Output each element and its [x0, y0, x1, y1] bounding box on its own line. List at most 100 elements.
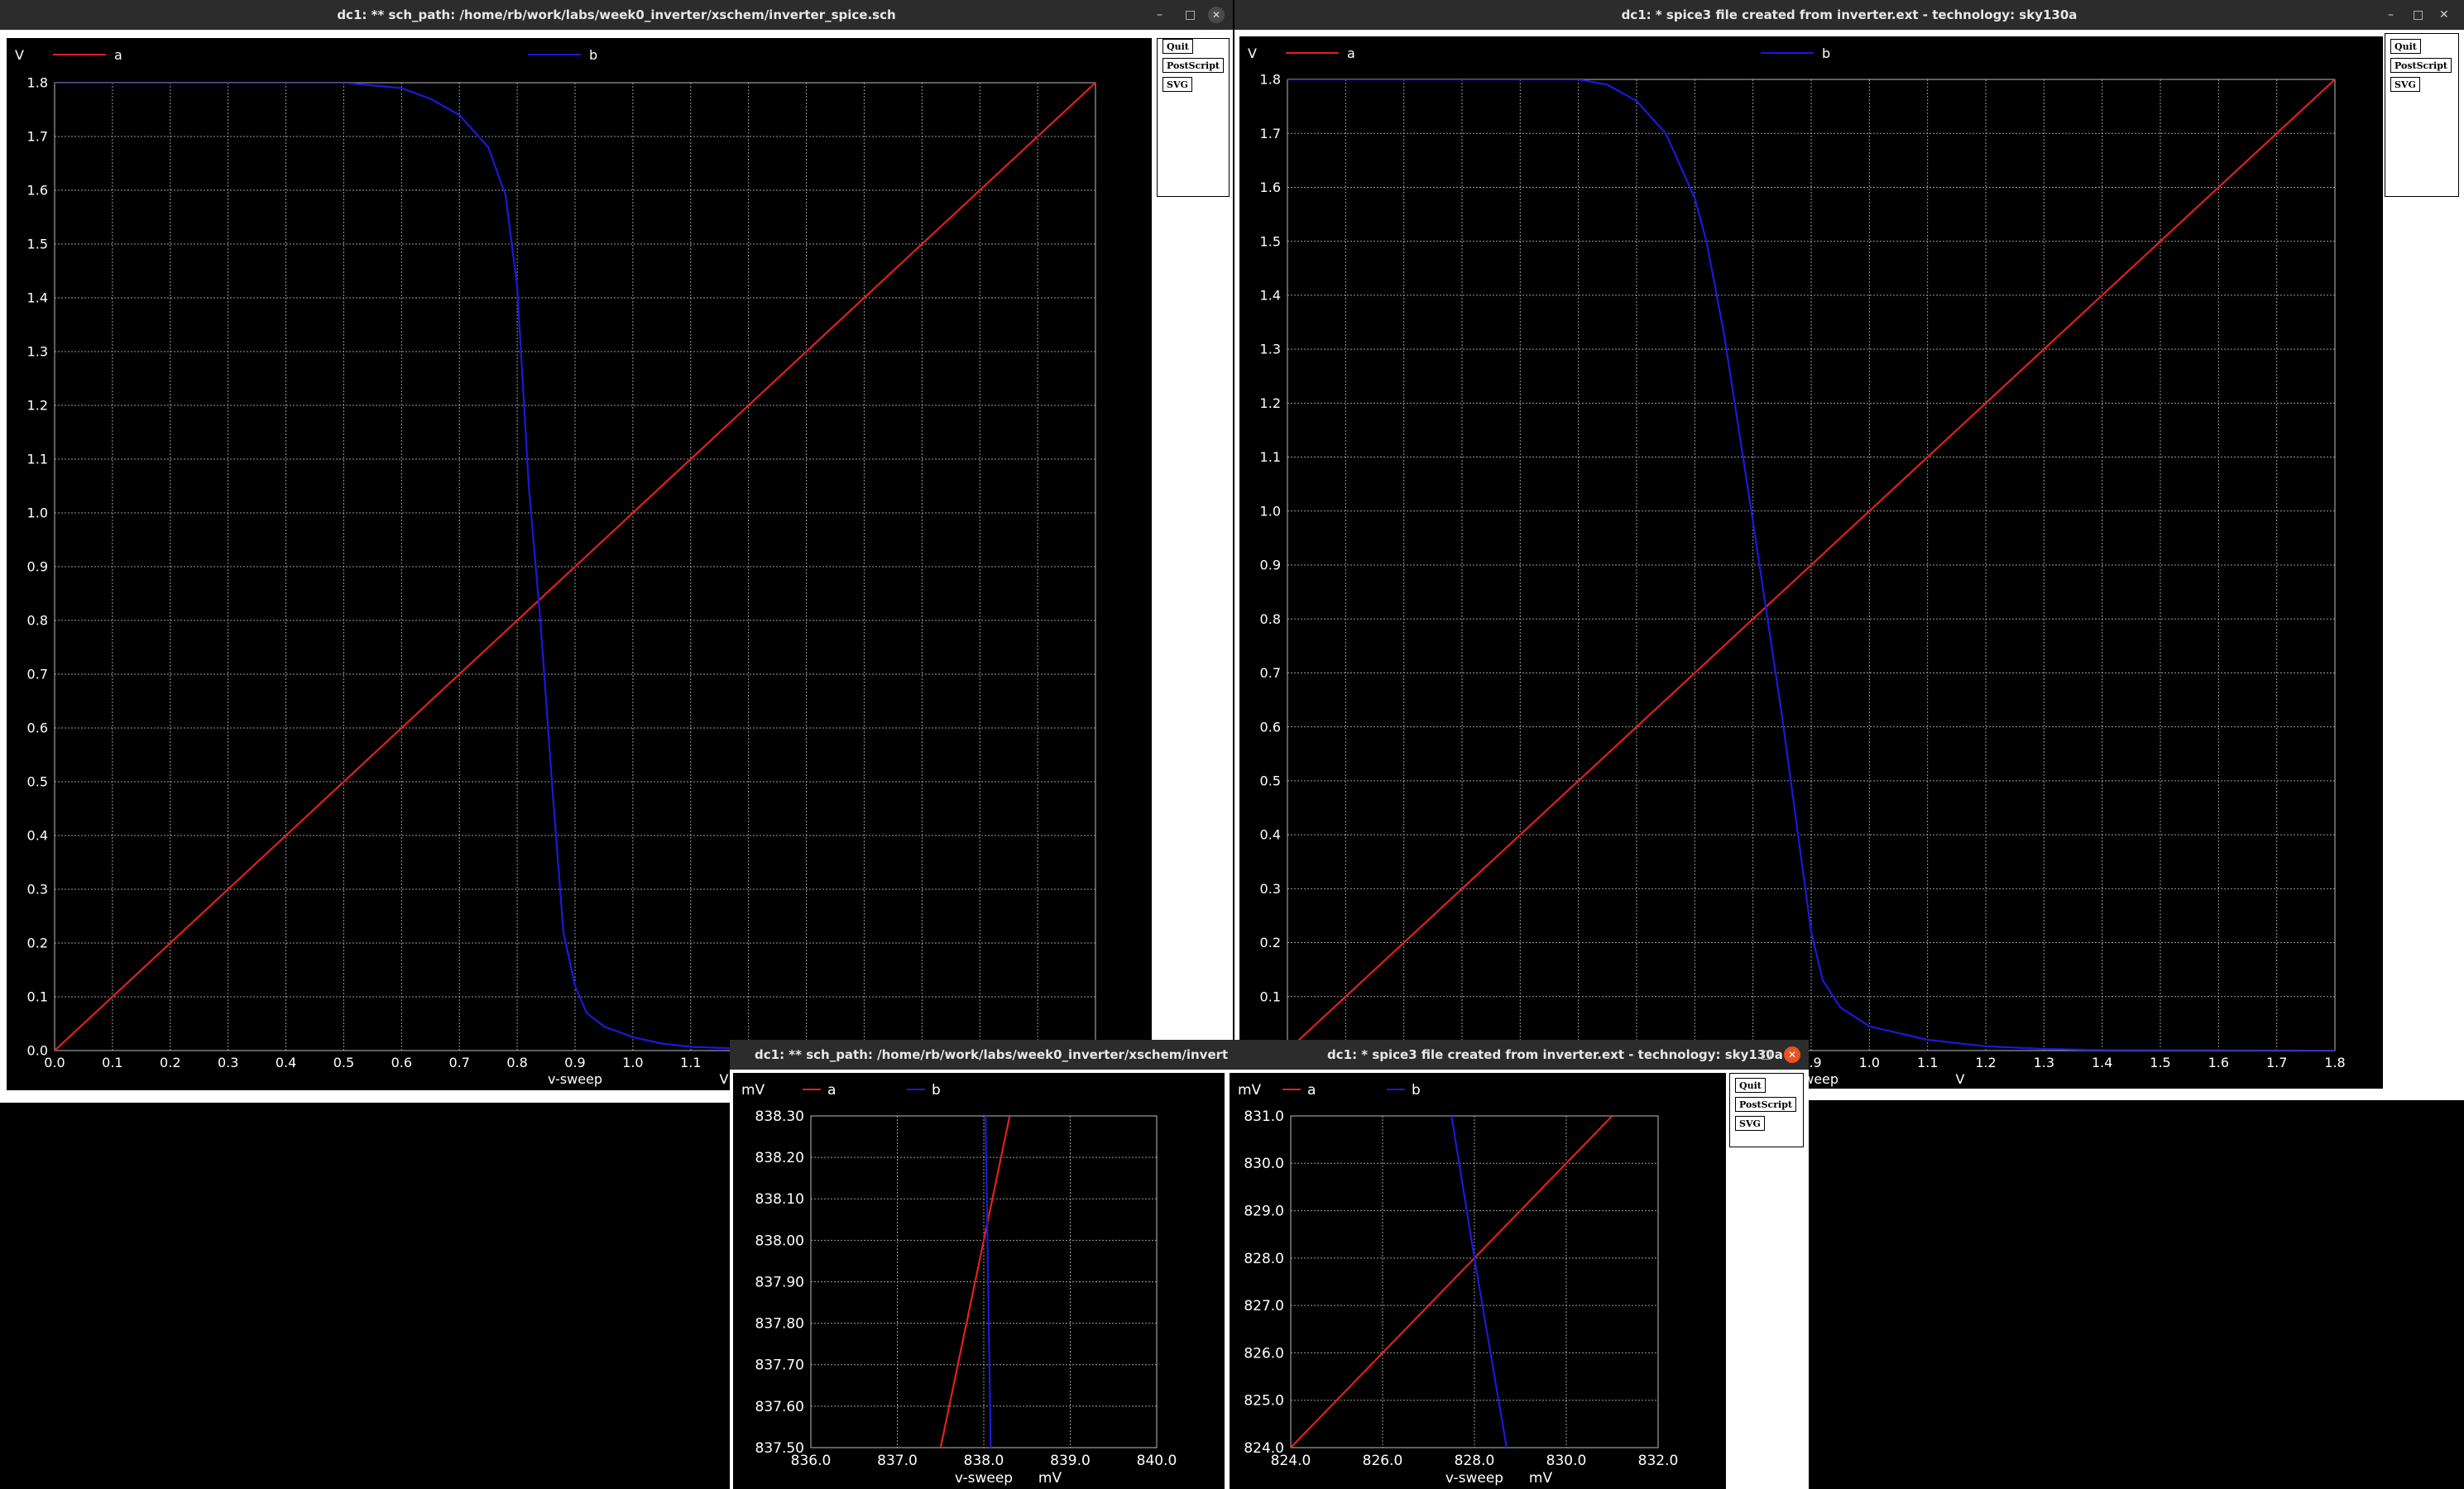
y-tick-label: 1.7	[27, 129, 48, 145]
quit-button[interactable]: Quit	[1162, 39, 1193, 54]
y-unit-label: mV	[741, 1082, 765, 1099]
waveform-window-schematic: dc1: ** sch_path: /home/rb/work/labs/wee…	[0, 0, 1233, 1103]
y-tick-label: 0.5	[27, 774, 48, 790]
x-tick-label: 839.0	[1050, 1453, 1091, 1469]
y-tick-label: 1.8	[27, 75, 48, 91]
x-tick-label: 830.0	[1546, 1453, 1587, 1469]
y-tick-label: 1.0	[1260, 503, 1281, 519]
y-tick-label: 838.20	[755, 1150, 804, 1166]
y-tick-label: 0.0	[27, 1043, 48, 1059]
x-tick-label: 1.6	[2208, 1055, 2229, 1070]
plot-svg: 836.0 837.0 838.0 839.0 840.0837.50837.60837…	[741, 1082, 1177, 1487]
y-tick-label: 1.2	[1260, 395, 1281, 411]
x-tick-label: 0.2	[160, 1055, 180, 1070]
x-unit-label: V	[720, 1071, 729, 1087]
y-tick-label: 837.90	[755, 1274, 804, 1290]
waveform-window-zoom-schematic: dc1: ** sch_path: /home/rb/work/labs/wee…	[730, 1040, 1228, 1489]
x-tick-label: 826.0	[1363, 1453, 1403, 1469]
y-tick-label: 0.3	[1260, 881, 1281, 897]
y-tick-label: 838.10	[755, 1191, 804, 1208]
y-tick-label: 824.0	[1244, 1440, 1284, 1457]
y-tick-label: 0.8	[27, 613, 48, 629]
y-tick-label: 829.0	[1244, 1204, 1284, 1220]
legend-label-a: a	[827, 1082, 836, 1099]
window-title: dc1: ** sch_path: /home/rb/work/labs/wee…	[730, 1040, 1228, 1070]
y-tick-label: 830.0	[1244, 1156, 1284, 1172]
plot-canvas[interactable]: 836.0 837.0 838.0 839.0 840.0 837.50 837.60 837…	[733, 1073, 1225, 1489]
x-tick-label: 828.0	[1455, 1453, 1495, 1469]
x-tick-label: 838.0	[964, 1453, 1004, 1469]
y-tick-label: 0.5	[1260, 773, 1281, 788]
minimize-icon[interactable]: –	[1157, 0, 1162, 30]
x-tick-label: 0.3	[218, 1055, 238, 1070]
x-axis-label: v-sweep	[955, 1470, 1013, 1487]
y-tick-label: 1.2	[27, 398, 48, 414]
quit-button[interactable]: Quit	[2390, 39, 2421, 54]
maximize-icon[interactable]: □	[2413, 0, 2423, 30]
y-tick-label: 0.8	[1260, 611, 1281, 627]
svg-button[interactable]: SVG	[2390, 77, 2420, 92]
waveform-window-zoom-extracted: dc1: * spice3 file created from inverter…	[1228, 1040, 1809, 1489]
y-tick-label: 0.4	[27, 828, 48, 844]
plot-svg: 0.00.10.20.30.40.50.60.70.80.91.01.11.21…	[15, 47, 1106, 1087]
y-tick-label: 0.6	[1260, 719, 1281, 735]
y-tick-label: 0.7	[1260, 665, 1281, 681]
x-tick-label: 1.8	[2324, 1055, 2345, 1070]
minimize-icon[interactable]: –	[1734, 1040, 1740, 1070]
x-tick-label: 0.1	[102, 1055, 122, 1070]
plot-svg: 0.00.10.20.30.40.50.60.70.80.91.01.11.21…	[1248, 45, 2346, 1087]
close-icon[interactable]: ✕	[1784, 1046, 1800, 1063]
maximize-icon[interactable]: □	[1761, 1040, 1771, 1070]
y-tick-label: 828.0	[1244, 1251, 1284, 1267]
plot-canvas[interactable]: 0.00.10.20.30.40.50.60.70.80.91.01.11.21…	[1239, 36, 2383, 1089]
plot-canvas[interactable]: 824.0 826.0 828.0 830.0 832.0 824.0 825.0 826.0…	[1230, 1073, 1726, 1489]
close-icon[interactable]: ✕	[2439, 0, 2449, 30]
minimize-icon[interactable]: –	[2388, 0, 2394, 30]
x-unit-label: V	[1956, 1071, 1965, 1087]
y-tick-label: 831.0	[1244, 1108, 1284, 1125]
x-unit-label: mV	[1038, 1470, 1062, 1487]
y-tick-label: 838.00	[755, 1233, 804, 1249]
plot-canvas[interactable]: 0.00.10.20.30.40.50.60.70.80.91.01.11.21…	[7, 38, 1152, 1090]
postscript-button[interactable]: PostScript	[1735, 1097, 1796, 1112]
legend-label-a: a	[1307, 1082, 1316, 1099]
x-tick-label: 1.1	[680, 1055, 701, 1070]
legend-label-a: a	[114, 47, 122, 63]
svg-button[interactable]: SVG	[1735, 1116, 1765, 1131]
y-tick-label: 827.0	[1244, 1298, 1284, 1314]
maximize-icon[interactable]: □	[1185, 0, 1196, 30]
y-tick-label: 0.2	[27, 936, 48, 951]
close-icon[interactable]: ✕	[1208, 7, 1225, 23]
waveform-window-extracted: dc1: * spice3 file created from inverter…	[1234, 0, 2464, 1100]
y-tick-label: 1.8	[1260, 72, 1281, 88]
y-tick-label: 0.1	[27, 989, 48, 1005]
postscript-button[interactable]: PostScript	[2390, 58, 2452, 73]
series-line-b	[1450, 1116, 1508, 1448]
corner-mark: S	[2347, 35, 2356, 50]
y-tick-label: 1.5	[27, 237, 48, 252]
x-axis-label: v-sweep	[1445, 1470, 1503, 1487]
quit-button[interactable]: Quit	[1735, 1078, 1766, 1093]
y-tick-label: 837.70	[755, 1357, 804, 1374]
x-tick-label: 0.5	[333, 1055, 354, 1070]
x-tick-label: 1.2	[1975, 1055, 1996, 1070]
y-tick-label: 1.6	[27, 183, 48, 199]
x-tick-label: 832.0	[1638, 1453, 1679, 1469]
plot-svg: 824.0 826.0 828.0 830.0 832.0824.0825.0826.0…	[1238, 1082, 1679, 1487]
button-panel: Quit PostScript SVG	[2385, 33, 2459, 197]
x-tick-label: 1.0	[622, 1055, 643, 1070]
x-tick-label: 1.7	[2266, 1055, 2287, 1070]
y-tick-label: 0.9	[1260, 558, 1281, 573]
svg-button[interactable]: SVG	[1162, 77, 1192, 92]
x-tick-label: 0.8	[506, 1055, 527, 1070]
x-axis-label: v-sweep	[548, 1071, 602, 1087]
postscript-button[interactable]: PostScript	[1162, 58, 1224, 73]
series-line-a	[1291, 1116, 1613, 1448]
x-tick-label: 1.0	[1859, 1055, 1880, 1070]
x-tick-label: 0.6	[391, 1055, 412, 1070]
x-tick-label: 1.4	[2092, 1055, 2112, 1070]
y-tick-label: 0.1	[1260, 989, 1281, 1004]
y-tick-label: 1.4	[1260, 287, 1281, 303]
y-tick-label: 1.5	[1260, 233, 1281, 249]
y-tick-label: 837.50	[755, 1440, 804, 1457]
